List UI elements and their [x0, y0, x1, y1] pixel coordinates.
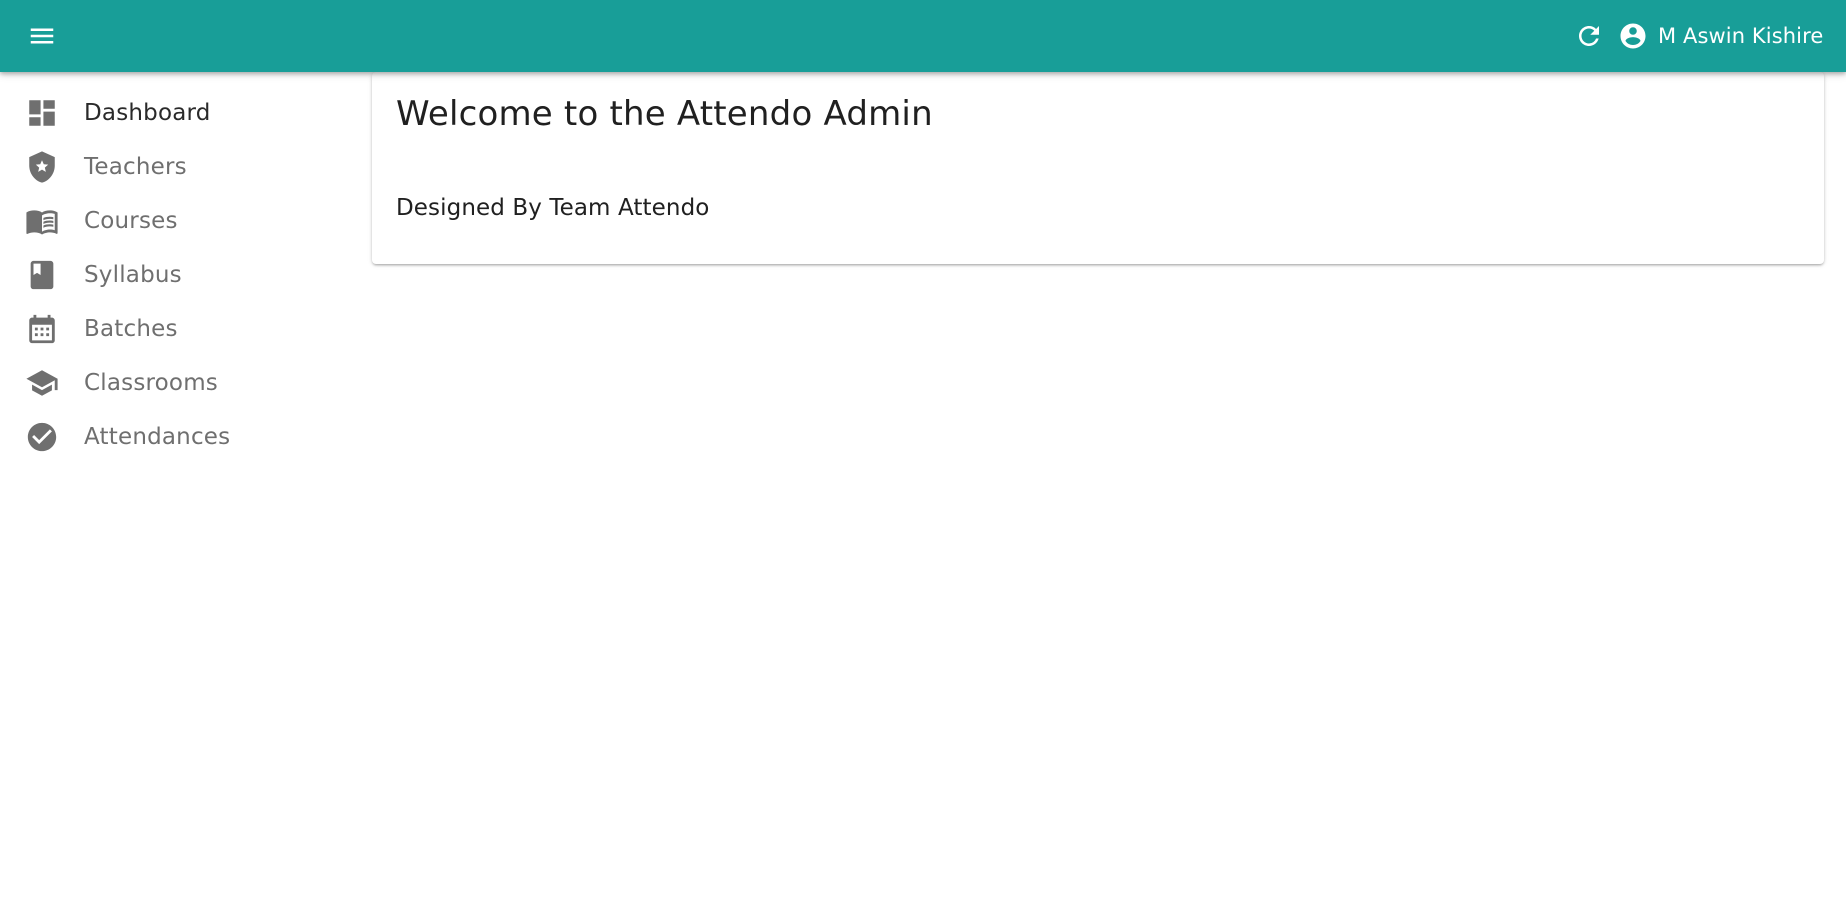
account-circle-icon: [1620, 23, 1646, 49]
user-name: M Aswin Kishire: [1658, 24, 1824, 48]
sidebar-item-syllabus[interactable]: Syllabus: [0, 248, 360, 302]
welcome-card: Welcome to the Attendo Admin Designed By…: [372, 72, 1824, 264]
sidebar-item-label: Courses: [84, 208, 178, 234]
user-menu-button[interactable]: M Aswin Kishire: [1618, 14, 1823, 58]
check-circle-icon: [24, 419, 60, 455]
sidebar-item-attendances[interactable]: Attendances: [0, 410, 360, 464]
refresh-button[interactable]: [1568, 15, 1610, 57]
card-subtitle: Designed By Team Attendo: [396, 195, 710, 221]
sidebar-item-classrooms[interactable]: Classrooms: [0, 356, 360, 410]
sidebar-item-label: Attendances: [84, 424, 231, 450]
book-icon: [24, 257, 60, 293]
menu-button[interactable]: [18, 15, 66, 57]
sidebar-item-label: Dashboard: [84, 100, 211, 126]
shield-star-icon: [24, 149, 60, 185]
sidebar-item-batches[interactable]: Batches: [0, 302, 360, 356]
sidebar-item-label: Syllabus: [84, 262, 182, 288]
sidebar: Dashboard Teachers Courses Syllabus Batc…: [0, 72, 360, 897]
dashboard-icon: [24, 95, 60, 131]
refresh-icon: [1579, 26, 1599, 46]
page-title: Welcome to the Attendo Admin: [396, 94, 933, 134]
menu-book-icon: [24, 203, 60, 239]
sidebar-item-teachers[interactable]: Teachers: [0, 140, 360, 194]
app-bar: M Aswin Kishire: [0, 0, 1846, 72]
sidebar-item-label: Classrooms: [84, 370, 218, 396]
school-icon: [24, 365, 60, 401]
sidebar-item-courses[interactable]: Courses: [0, 194, 360, 248]
sidebar-item-dashboard[interactable]: Dashboard: [0, 86, 360, 140]
calendar-icon: [24, 311, 60, 347]
sidebar-item-label: Batches: [84, 316, 178, 342]
sidebar-item-label: Teachers: [84, 154, 187, 180]
menu-icon: [30, 28, 54, 44]
